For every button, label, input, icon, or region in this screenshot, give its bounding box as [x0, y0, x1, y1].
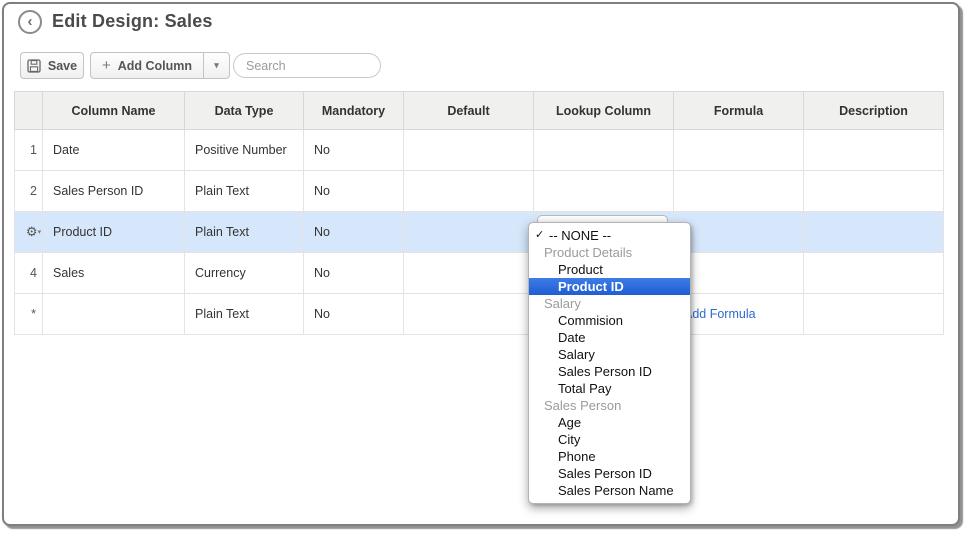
cell-description[interactable] [804, 253, 944, 294]
search-box [233, 53, 381, 78]
cell-default[interactable] [404, 294, 534, 335]
row-number: 4 [15, 253, 43, 294]
col-header-lookup-column: Lookup Column [534, 92, 674, 130]
add-column-splitbutton: + Add Column ▾ [90, 52, 230, 79]
dropdown-group-product-details: Product Details [529, 244, 690, 261]
cell-data-type[interactable]: Plain Text [185, 171, 304, 212]
back-button[interactable]: ‹ [18, 10, 42, 34]
lookup-column-dropdown: ✓ -- NONE -- Product Details Product Pro… [528, 222, 691, 504]
search-input[interactable] [246, 59, 407, 73]
add-column-menu-button[interactable]: ▾ [203, 52, 230, 79]
cell-description[interactable] [804, 294, 944, 335]
cell-column-name[interactable]: Sales Person ID [43, 171, 185, 212]
chevron-down-icon: ▾ [214, 61, 219, 70]
row-number: 1 [15, 130, 43, 171]
dropdown-option[interactable]: Total Pay [529, 380, 690, 397]
cell-mandatory[interactable]: No [304, 130, 404, 171]
gear-icon: ⚙ [26, 224, 38, 239]
cell-formula[interactable] [674, 171, 804, 212]
cell-lookup[interactable] [534, 171, 674, 212]
cell-data-type[interactable]: Currency [185, 253, 304, 294]
cell-formula: Add Formula [674, 294, 804, 335]
col-header-description: Description [804, 92, 944, 130]
plus-icon: + [102, 58, 111, 73]
col-header-mandatory: Mandatory [304, 92, 404, 130]
back-icon: ‹ [28, 14, 33, 29]
dropdown-option[interactable]: Product [529, 261, 690, 278]
cell-default[interactable] [404, 171, 534, 212]
dropdown-option[interactable]: Date [529, 329, 690, 346]
cell-lookup[interactable] [534, 130, 674, 171]
dropdown-option[interactable]: Age [529, 414, 690, 431]
col-header-formula: Formula [674, 92, 804, 130]
cell-default[interactable] [404, 130, 534, 171]
cell-mandatory[interactable]: No [304, 294, 404, 335]
window-frame: ‹ Edit Design: Sales Save + Add Column ▾ [2, 2, 960, 526]
dropdown-option[interactable]: Salary [529, 346, 690, 363]
table-header-row: Column Name Data Type Mandatory Default … [15, 92, 944, 130]
row-settings-button[interactable]: ⚙▾ [15, 212, 43, 253]
save-button[interactable]: Save [20, 52, 84, 79]
table-row-selected: ⚙▾ Product ID Plain Text No [15, 212, 944, 253]
cell-description[interactable] [804, 212, 944, 253]
dropdown-option[interactable]: City [529, 431, 690, 448]
cell-column-name[interactable] [43, 294, 185, 335]
cell-description[interactable] [804, 130, 944, 171]
cell-column-name[interactable]: Sales [43, 253, 185, 294]
dropdown-option[interactable]: Sales Person ID [529, 363, 690, 380]
dropdown-option[interactable]: Phone [529, 448, 690, 465]
cell-column-name[interactable]: Date [43, 130, 185, 171]
table-row: 2 Sales Person ID Plain Text No [15, 171, 944, 212]
col-header-data-type: Data Type [185, 92, 304, 130]
dropdown-group-salary: Salary [529, 295, 690, 312]
table-row-new: * Plain Text No Add Formula [15, 294, 944, 335]
add-column-label: Add Column [118, 59, 192, 73]
chevron-down-icon: ▾ [38, 229, 42, 236]
cell-mandatory[interactable]: No [304, 171, 404, 212]
save-label: Save [48, 59, 77, 73]
dropdown-option-label: -- NONE -- [549, 228, 611, 243]
dropdown-option-selected[interactable]: Product ID [529, 278, 690, 295]
cell-mandatory[interactable]: No [304, 212, 404, 253]
cell-description[interactable] [804, 171, 944, 212]
table-row: 4 Sales Currency No [15, 253, 944, 294]
cell-formula[interactable] [674, 253, 804, 294]
cell-formula[interactable] [674, 212, 804, 253]
design-table: Column Name Data Type Mandatory Default … [14, 91, 944, 335]
cell-data-type[interactable]: Plain Text [185, 212, 304, 253]
dropdown-option[interactable]: Sales Person Name [529, 482, 690, 499]
row-number: * [15, 294, 43, 335]
save-icon [27, 59, 41, 73]
add-formula-link[interactable]: Add Formula [684, 307, 756, 321]
page-title: Edit Design: Sales [52, 11, 213, 32]
col-header-column-name: Column Name [43, 92, 185, 130]
col-header-rownum [15, 92, 43, 130]
dropdown-option[interactable]: Commision [529, 312, 690, 329]
row-number: 2 [15, 171, 43, 212]
cell-default[interactable] [404, 212, 534, 253]
cell-data-type[interactable]: Positive Number [185, 130, 304, 171]
cell-data-type[interactable]: Plain Text [185, 294, 304, 335]
add-column-button[interactable]: + Add Column [90, 52, 204, 79]
cell-formula[interactable] [674, 130, 804, 171]
dropdown-option[interactable]: Sales Person ID [529, 465, 690, 482]
check-icon: ✓ [535, 227, 544, 244]
dropdown-option-none[interactable]: ✓ -- NONE -- [529, 227, 690, 244]
col-header-default: Default [404, 92, 534, 130]
cell-column-name[interactable]: Product ID [43, 212, 185, 253]
dropdown-group-sales-person: Sales Person [529, 397, 690, 414]
cell-mandatory[interactable]: No [304, 253, 404, 294]
table-row: 1 Date Positive Number No [15, 130, 944, 171]
cell-default[interactable] [404, 253, 534, 294]
